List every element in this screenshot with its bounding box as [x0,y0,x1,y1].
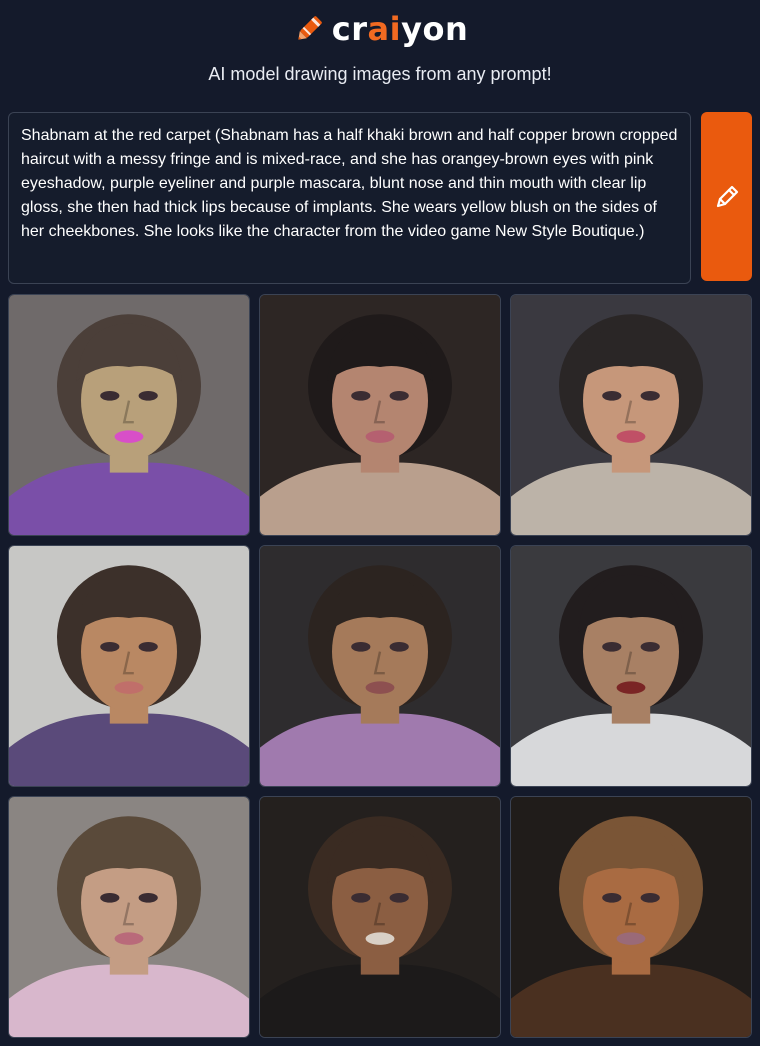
draw-button[interactable] [701,112,752,281]
generated-image-1[interactable] [8,294,250,536]
image-grid [8,294,752,1038]
crayon-pencil-icon [292,12,326,46]
generated-image-8[interactable] [259,796,501,1038]
portrait-image [9,546,249,786]
portrait-image [511,295,751,535]
logo-wordmark: craiyon [331,10,469,48]
generated-image-4[interactable] [8,545,250,787]
generated-image-5[interactable] [259,545,501,787]
portrait-image [260,295,500,535]
generated-image-6[interactable] [510,545,752,787]
prompt-input[interactable]: Shabnam at the red carpet (Shabnam has a… [8,112,691,284]
generated-image-9[interactable] [510,796,752,1038]
portrait-image [511,546,751,786]
craiyon-logo[interactable]: craiyon [0,10,760,48]
pencil-icon [716,185,738,207]
portrait-image [260,546,500,786]
generated-image-3[interactable] [510,294,752,536]
generated-image-2[interactable] [259,294,501,536]
portrait-image [260,797,500,1037]
header: craiyon AI model drawing images from any… [0,0,760,100]
portrait-image [9,797,249,1037]
portrait-image [9,295,249,535]
tagline: AI model drawing images from any prompt! [208,64,552,84]
generated-image-7[interactable] [8,796,250,1038]
portrait-image [511,797,751,1037]
